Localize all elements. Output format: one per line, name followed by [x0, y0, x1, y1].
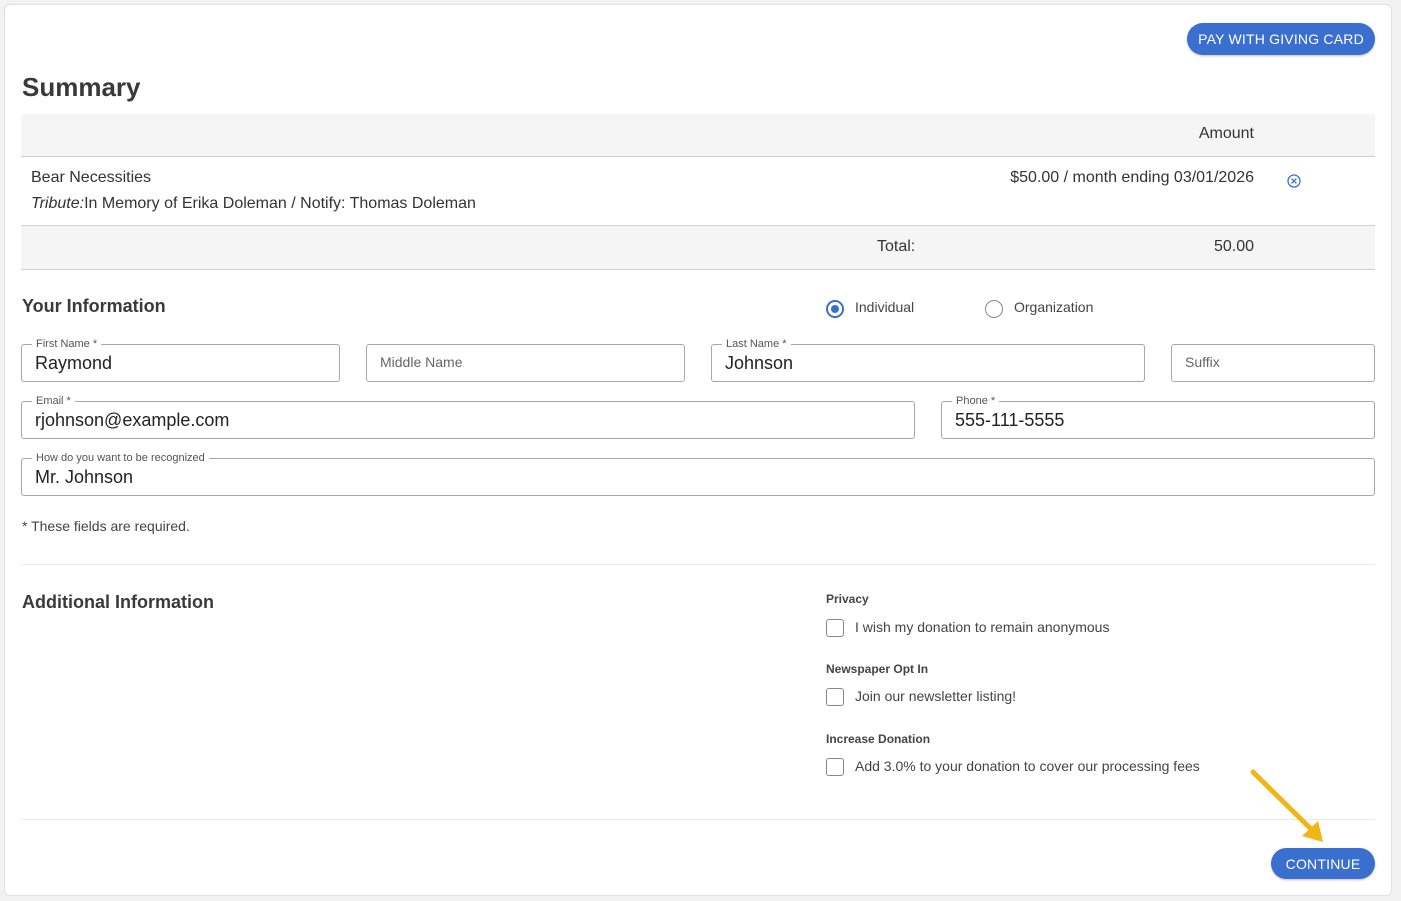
recognition-value: Mr. Johnson [35, 467, 134, 487]
summary-line-item: Bear Necessities Tribute:In Memory of Er… [21, 157, 1375, 226]
amount-column-header: Amount [1198, 125, 1254, 142]
line-item-amount: $50.00 / month ending 03/01/2026 [1010, 169, 1254, 186]
last-name-label: Last Name * [722, 337, 791, 351]
remove-item-icon[interactable] [1286, 173, 1302, 189]
anonymous-checkbox[interactable] [826, 619, 844, 637]
newspaper-opt-in-heading: Newspaper Opt In [826, 662, 929, 676]
pointer-arrow-icon [1250, 769, 1323, 842]
anonymous-label: I wish my donation to remain anonymous [855, 619, 1110, 635]
first-name-value: Raymond [35, 353, 113, 373]
middle-name-placeholder: Middle Name [380, 354, 463, 370]
tribute-text: In Memory of Erika Doleman / Notify: Tho… [84, 195, 476, 212]
summary-total-row: Total: 50.00 [21, 226, 1375, 270]
organization-radio[interactable] [985, 300, 1003, 318]
continue-button[interactable]: CONTINUE [1271, 848, 1375, 879]
additional-information-title: Additional Information [22, 592, 214, 612]
increase-donation-heading: Increase Donation [826, 732, 931, 746]
suffix-placeholder: Suffix [1185, 354, 1220, 370]
tribute-line: Tribute:In Memory of Erika Doleman / Not… [31, 195, 476, 213]
total-label: Total: [877, 238, 916, 255]
total-value: 50.00 [1213, 238, 1254, 255]
cover-fees-option[interactable]: Add 3.0% to your donation to cover our p… [826, 757, 1246, 779]
summary-table-header: Amount [21, 114, 1375, 157]
first-name-field[interactable]: First Name * Raymond [21, 337, 340, 382]
phone-value: 555-111-5555 [955, 410, 1065, 430]
summary-title: Summary [22, 72, 141, 102]
individual-radio[interactable] [826, 300, 844, 318]
recognition-label: How do you want to be recognized [32, 451, 209, 465]
suffix-field[interactable]: Suffix [1171, 344, 1375, 382]
email-field[interactable]: Email * rjohnson@example.com [21, 394, 915, 439]
your-information-title: Your Information [22, 296, 166, 316]
first-name-label: First Name * [32, 337, 102, 351]
pay-with-giving-card-button[interactable]: PAY WITH GIVING CARD [1187, 23, 1375, 55]
privacy-heading: Privacy [826, 592, 869, 606]
phone-label: Phone * [952, 394, 1000, 408]
cover-fees-label: Add 3.0% to your donation to cover our p… [855, 758, 1200, 774]
recognition-field[interactable]: How do you want to be recognized Mr. Joh… [21, 451, 1375, 496]
section-divider [21, 564, 1375, 565]
phone-field[interactable]: Phone * 555-111-5555 [941, 394, 1375, 439]
newsletter-checkbox[interactable] [826, 688, 844, 706]
required-fields-note: * These fields are required. [22, 518, 190, 534]
anonymous-option[interactable]: I wish my donation to remain anonymous [826, 618, 1226, 640]
email-value: rjohnson@example.com [35, 410, 230, 430]
individual-radio-option[interactable]: Individual [826, 298, 966, 320]
email-label: Email * [32, 394, 75, 408]
footer-divider [21, 819, 1375, 820]
newsletter-label: Join our newsletter listing! [855, 688, 1017, 704]
last-name-field[interactable]: Last Name * Johnson [711, 337, 1145, 382]
tribute-label: Tribute: [31, 195, 85, 212]
individual-label: Individual [855, 299, 915, 315]
middle-name-field[interactable]: Middle Name [366, 344, 685, 382]
last-name-value: Johnson [725, 353, 794, 373]
organization-radio-option[interactable]: Organization [985, 298, 1125, 320]
organization-label: Organization [1014, 299, 1094, 315]
cover-fees-checkbox[interactable] [826, 758, 844, 776]
fund-name: Bear Necessities [31, 169, 152, 186]
newsletter-option[interactable]: Join our newsletter listing! [826, 687, 1226, 709]
